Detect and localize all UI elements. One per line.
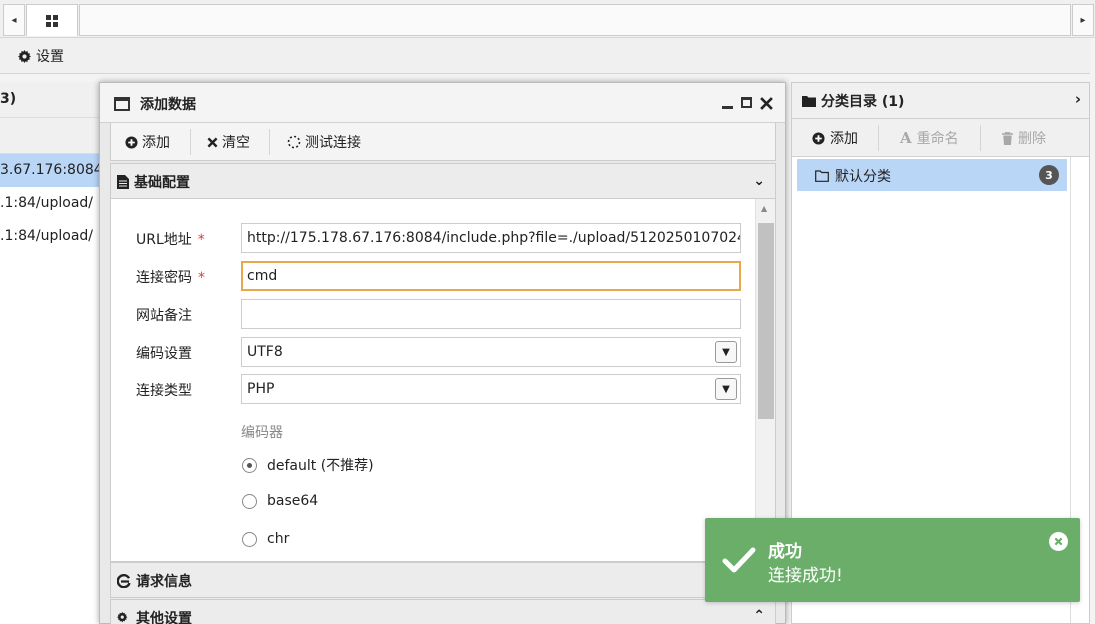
maximize-icon[interactable] (741, 97, 752, 108)
success-toast: 成功 连接成功! (705, 518, 1080, 602)
tab-scroll-right-button[interactable]: ▸ (1072, 4, 1094, 36)
category-header: 分类目录 (1) › (792, 83, 1089, 119)
toast-close-button[interactable] (1049, 532, 1068, 551)
dialog-titlebar[interactable]: 添加数据 (100, 83, 785, 123)
basic-config-section[interactable]: 基础配置 ⌄ (110, 163, 776, 199)
tab-strip (79, 4, 1071, 36)
main-toolbar: 设置 (0, 38, 1090, 74)
folder-open-icon (815, 170, 829, 182)
shell-list-header: 3) (0, 82, 103, 118)
category-add-button[interactable]: 添加 (812, 128, 858, 148)
url-input[interactable]: http://175.178.67.176:8084/include.php?f… (241, 223, 741, 253)
edge-icon (117, 574, 131, 588)
other-settings-section[interactable]: 其他设置 ⌃ (110, 599, 776, 624)
list-item[interactable]: .1:84/upload/ (0, 187, 103, 220)
connection-type-label: 连接类型 (136, 383, 192, 399)
grid-icon (46, 14, 58, 27)
checkmark-icon (722, 547, 756, 573)
trash-icon (1002, 131, 1013, 145)
request-info-label: 请求信息 (136, 574, 192, 590)
category-count-badge: 3 (1039, 165, 1059, 185)
scrollbar-thumb[interactable] (758, 223, 774, 419)
dialog-toolbar: 添加 清空 测试连接 (110, 123, 776, 161)
category-item-default[interactable]: 默认分类 3 (797, 159, 1067, 191)
connection-type-select[interactable]: PHP ▼ (241, 374, 741, 404)
gears-icon (117, 611, 128, 623)
home-tab[interactable] (26, 4, 78, 36)
list-item[interactable]: .1:84/upload/ (0, 220, 103, 253)
chevron-up-icon: ⌃ (753, 608, 765, 624)
tab-scroll-left-button[interactable]: ◂ (3, 4, 25, 36)
close-icon[interactable] (760, 97, 773, 110)
gear-icon (18, 49, 31, 63)
chevron-down-icon: ▼ (715, 341, 737, 363)
basic-config-form: URL地址 * http://175.178.67.176:8084/includ… (110, 199, 776, 562)
chevron-down-icon: ⌄ (753, 173, 765, 189)
times-icon (207, 137, 218, 147)
form-scrollbar[interactable]: ▲ (755, 199, 775, 561)
shell-list-subheader (0, 118, 103, 154)
password-input[interactable]: cmd (241, 261, 741, 291)
font-icon: A (900, 129, 912, 147)
toast-title: 成功 (768, 542, 802, 562)
folder-icon (802, 96, 816, 107)
test-connection-button[interactable]: 测试连接 (287, 132, 361, 152)
request-info-section[interactable]: 请求信息 (110, 562, 776, 598)
plus-circle-icon (812, 131, 825, 145)
category-delete-button[interactable]: 删除 (1002, 128, 1046, 148)
url-label: URL地址 * (136, 232, 205, 248)
radio-checked-icon (242, 457, 257, 473)
note-input[interactable] (241, 299, 741, 329)
add-data-dialog: 添加数据 添加 清空 测试连接 基础配置 ⌄ URL地址 * http://17… (99, 82, 786, 624)
category-title: 分类目录 (1) (821, 94, 905, 110)
settings-button[interactable]: 设置 (18, 46, 64, 66)
clear-button[interactable]: 清空 (207, 132, 250, 152)
scroll-up-icon[interactable]: ▲ (761, 204, 767, 213)
radio-unchecked-icon (242, 493, 257, 509)
basic-config-label: 基础配置 (134, 175, 190, 191)
encoder-radio-base64[interactable]: base64 (242, 493, 318, 509)
encoder-label: 编码器 (241, 425, 283, 441)
chevron-down-icon: ▼ (715, 378, 737, 400)
spinner-icon (287, 135, 301, 149)
category-toolbar: 添加 A 重命名 删除 (792, 119, 1089, 157)
dialog-title: 添加数据 (140, 97, 196, 113)
encoder-radio-default[interactable]: default (不推荐) (242, 455, 374, 475)
tab-bar: ◂ ▸ (0, 0, 1095, 38)
close-icon (1054, 537, 1063, 546)
chevron-right-icon[interactable]: › (1075, 90, 1081, 108)
toast-message: 连接成功! (768, 566, 843, 586)
window-icon (114, 97, 130, 111)
add-button[interactable]: 添加 (125, 132, 170, 152)
other-settings-label: 其他设置 (136, 611, 192, 624)
note-label: 网站备注 (136, 308, 192, 324)
list-item[interactable]: 3.67.176:8084 (0, 154, 103, 187)
password-label: 连接密码 * (136, 270, 205, 286)
settings-label: 设置 (36, 49, 64, 65)
encoding-select[interactable]: UTF8 ▼ (241, 337, 741, 367)
encoding-label: 编码设置 (136, 346, 192, 362)
shell-list: 3) 3.67.176:8084 .1:84/upload/ .1:84/upl… (0, 82, 104, 624)
file-text-icon (117, 175, 129, 189)
plus-circle-icon (125, 135, 138, 149)
radio-unchecked-icon (242, 531, 257, 547)
category-rename-button[interactable]: A 重命名 (900, 128, 959, 148)
minimize-icon[interactable] (722, 93, 733, 109)
encoder-radio-chr[interactable]: chr (242, 531, 289, 547)
